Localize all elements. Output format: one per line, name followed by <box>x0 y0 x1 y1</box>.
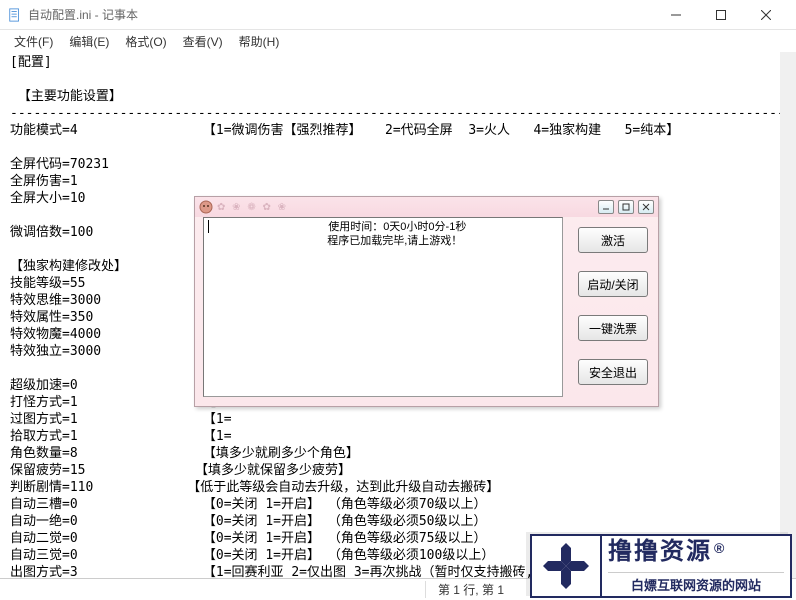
child-dialog: ✿ ❀ ❁ ✿ ❀ 使用时间：0天0小时0分-1秒 程序已加载完毕,请上游戏！ … <box>194 196 659 407</box>
menu-help[interactable]: 帮助(H) <box>231 31 288 52</box>
scrollbar-vertical[interactable] <box>780 52 796 578</box>
status-position: 第 1 行, 第 1 <box>425 581 516 598</box>
menu-format[interactable]: 格式(O) <box>117 31 174 52</box>
logo-registered: ® <box>714 540 724 556</box>
maximize-button[interactable] <box>698 1 743 29</box>
dialog-maximize-button[interactable] <box>618 200 634 214</box>
minimize-button[interactable] <box>653 1 698 29</box>
menu-view[interactable]: 查看(V) <box>175 31 231 52</box>
logo-icon <box>532 536 602 596</box>
dialog-textbox[interactable]: 使用时间：0天0小时0分-1秒 程序已加载完毕,请上游戏！ <box>203 217 563 397</box>
close-button[interactable] <box>743 1 788 29</box>
logo-title: 撸撸资源 <box>608 540 712 564</box>
safeexit-button[interactable]: 安全退出 <box>578 359 648 385</box>
startstop-button[interactable]: 启动/关闭 <box>578 271 648 297</box>
notepad-icon <box>8 8 22 22</box>
dialog-text: 使用时间：0天0小时0分-1秒 程序已加载完毕,请上游戏！ <box>208 221 466 247</box>
window-title: 自动配置.ini - 记事本 <box>28 6 653 23</box>
dialog-icon <box>199 200 213 214</box>
activate-button[interactable]: 激活 <box>578 227 648 253</box>
wash-button[interactable]: 一键洗票 <box>578 315 648 341</box>
dialog-titlebar[interactable]: ✿ ❀ ❁ ✿ ❀ <box>195 197 658 217</box>
titlebar: 自动配置.ini - 记事本 <box>0 0 796 30</box>
watermark-logo: 撸撸资源 ® 白嫖互联网资源的网站 <box>530 534 792 598</box>
dialog-close-button[interactable] <box>638 200 654 214</box>
dialog-minimize-button[interactable] <box>598 200 614 214</box>
menu-file[interactable]: 文件(F) <box>6 31 61 52</box>
menubar: 文件(F) 编辑(E) 格式(O) 查看(V) 帮助(H) <box>0 30 796 52</box>
dialog-decoration: ✿ ❀ ❁ ✿ ❀ <box>217 202 288 213</box>
menu-edit[interactable]: 编辑(E) <box>61 31 117 52</box>
logo-subtitle: 白嫖互联网资源的网站 <box>608 575 784 594</box>
